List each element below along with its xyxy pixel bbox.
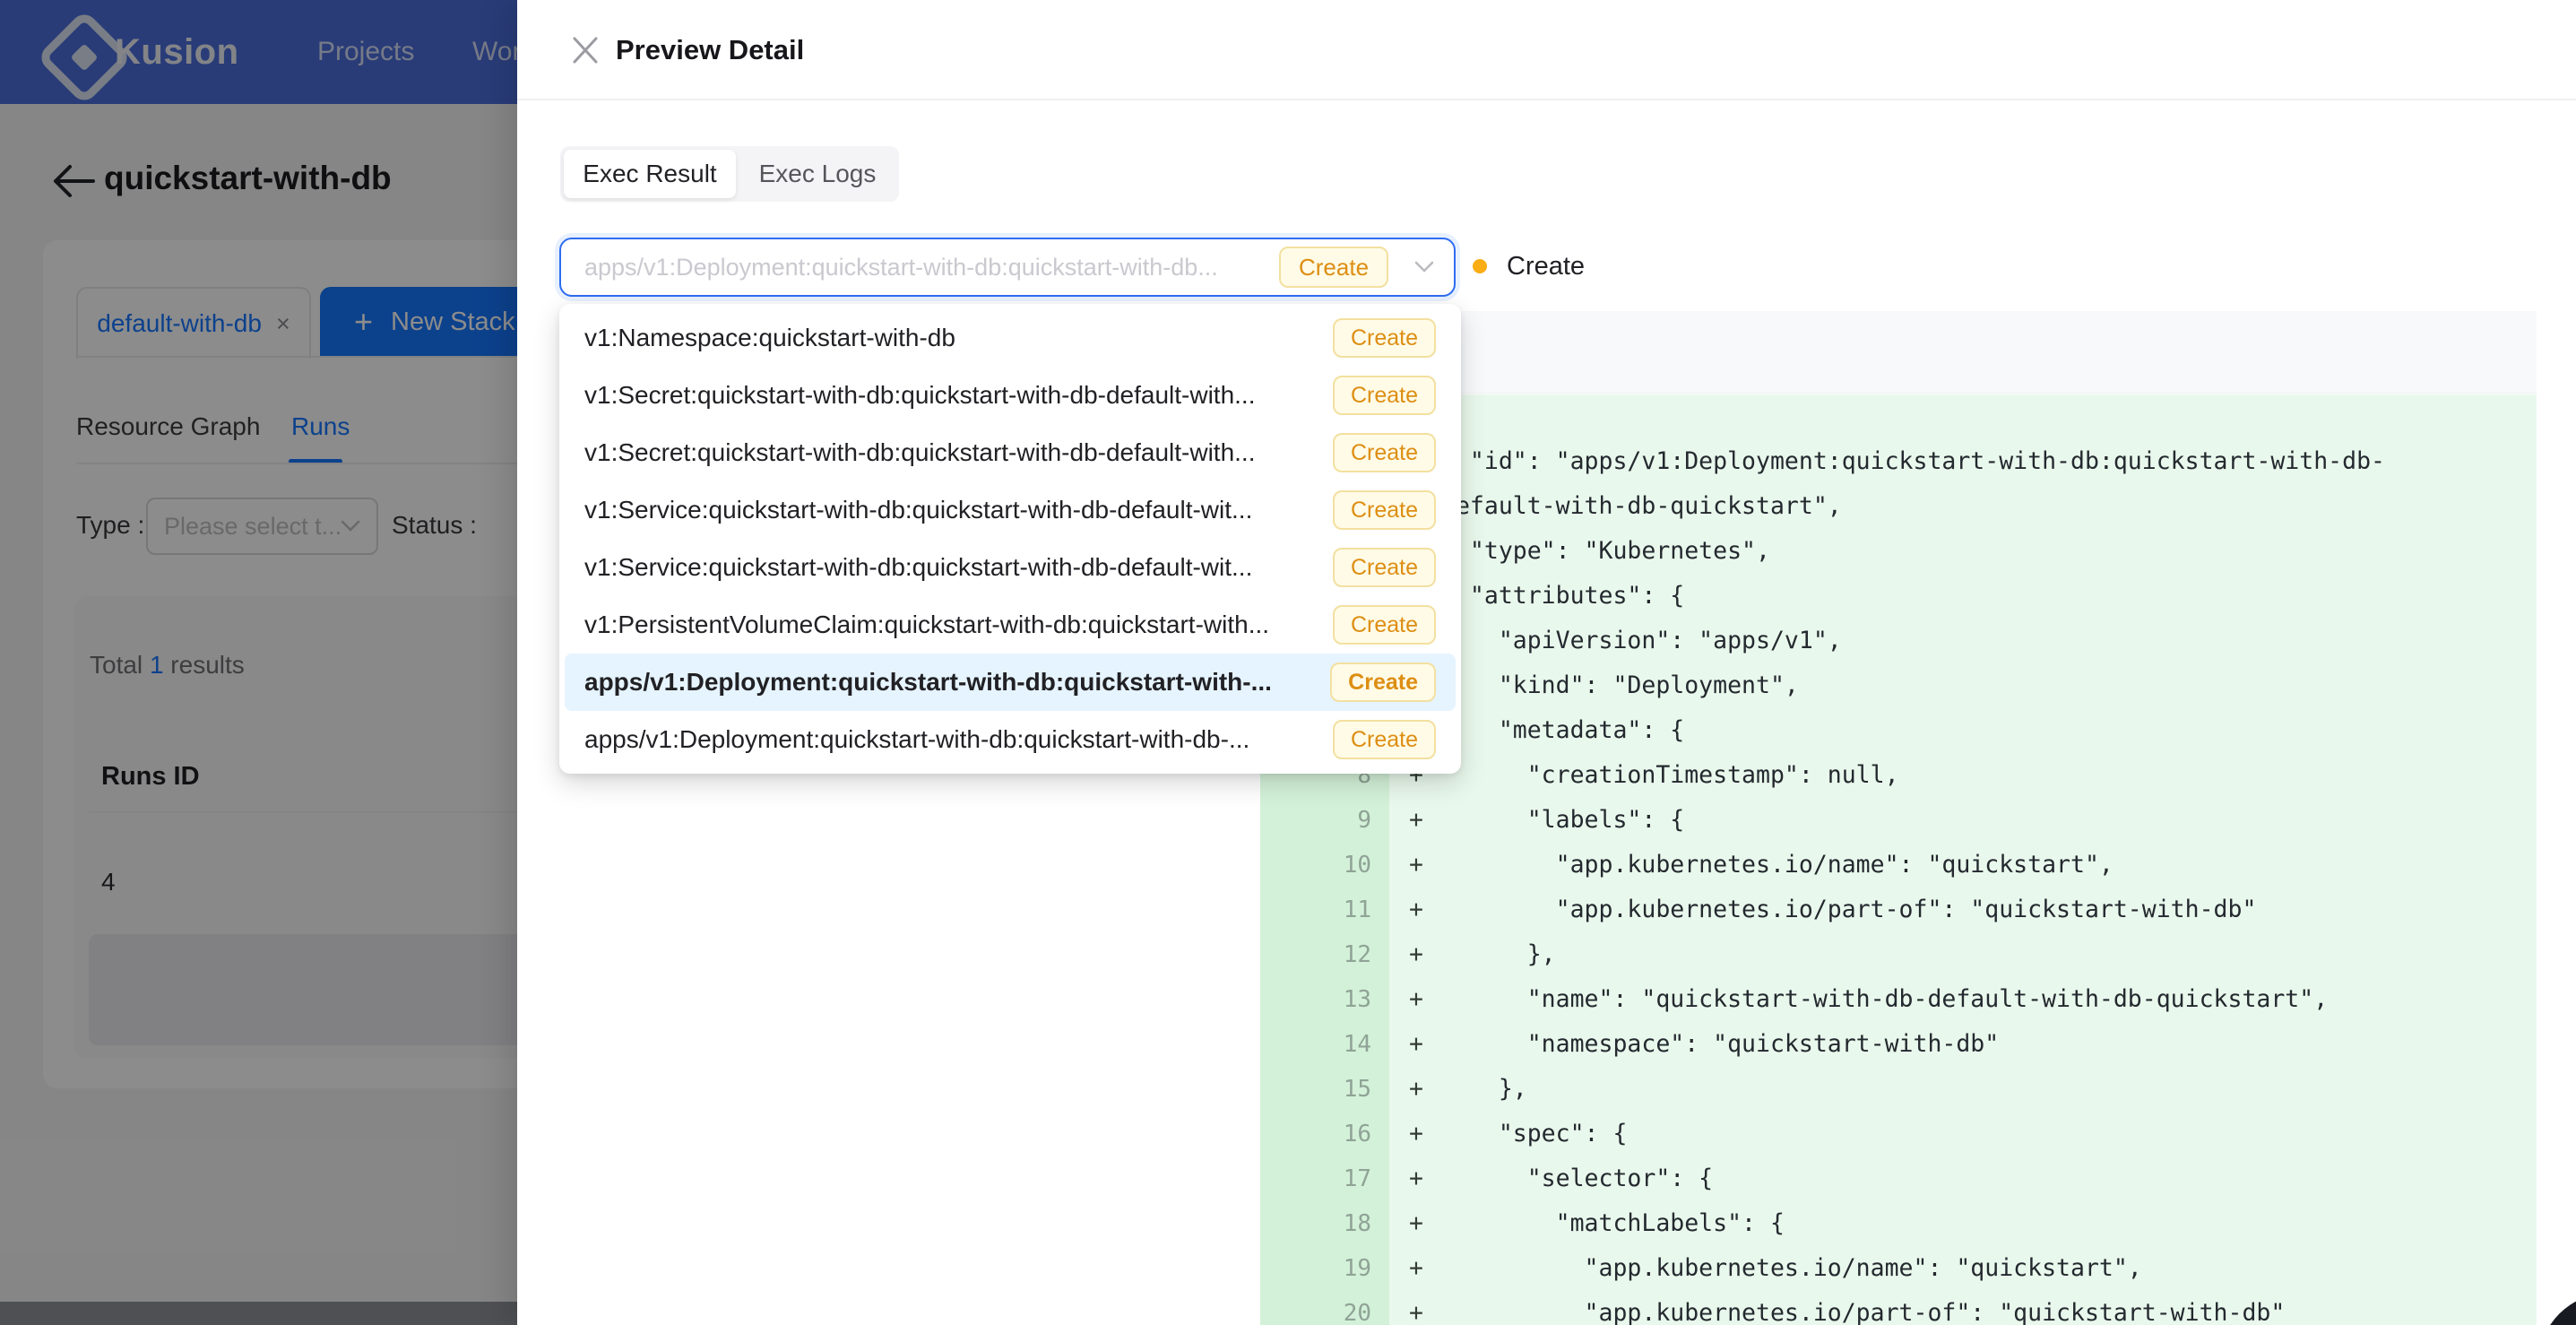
added-marker: + [1389, 843, 1441, 888]
code-text: "kind": "Deployment", [1441, 663, 2537, 708]
code-text: "app.kubernetes.io/name": "quickstart", [1441, 843, 2537, 888]
code-text: "labels": { [1441, 798, 2537, 843]
diff-row: 18+ "matchLabels": { [1260, 1201, 2537, 1246]
dropdown-option[interactable]: v1:Service:quickstart-with-db:quickstart… [565, 539, 1456, 596]
option-label: v1:Namespace:quickstart-with-db [584, 324, 955, 352]
line-number: 14 [1260, 1022, 1389, 1067]
code-text: "selector": { [1441, 1156, 2537, 1201]
drawer-header-divider [517, 99, 2576, 100]
dropdown-option[interactable]: v1:Service:quickstart-with-db:quickstart… [565, 481, 1456, 539]
code-text: "attributes": { [1441, 574, 2537, 619]
create-tag: Create [1279, 247, 1388, 288]
dropdown-option[interactable]: v1:Secret:quickstart-with-db:quickstart-… [565, 424, 1456, 481]
code-text: "app.kubernetes.io/part-of": "quickstart… [1441, 888, 2537, 932]
added-marker: + [1389, 1201, 1441, 1246]
code-text: "apiVersion": "apps/v1", [1441, 619, 2537, 663]
code-text: default-with-db-quickstart", [1441, 484, 2537, 529]
code-text: "id": "apps/v1:Deployment:quickstart-wit… [1441, 439, 2537, 484]
create-tag: Create [1330, 662, 1436, 702]
diff-row: 15+ }, [1260, 1067, 2537, 1112]
exec-segmented-control: Exec Result Exec Logs [560, 146, 899, 202]
code-text: "app.kubernetes.io/name": "quickstart", [1441, 1246, 2537, 1291]
chevron-down-icon [1414, 261, 1434, 273]
create-tag: Create [1333, 433, 1436, 472]
line-number: 19 [1260, 1246, 1389, 1291]
line-number: 13 [1260, 977, 1389, 1022]
added-marker: + [1389, 977, 1441, 1022]
diff-row: 10+ "app.kubernetes.io/name": "quickstar… [1260, 843, 2537, 888]
added-marker: + [1389, 888, 1441, 932]
dropdown-option[interactable]: v1:Namespace:quickstart-with-db Create [565, 309, 1456, 367]
added-marker: + [1389, 798, 1441, 843]
dropdown-option[interactable]: apps/v1:Deployment:quickstart-with-db:qu… [565, 711, 1456, 768]
resource-select-value: apps/v1:Deployment:quickstart-with-db:qu… [584, 254, 1279, 281]
status-dot-icon [1473, 259, 1487, 273]
option-label: apps/v1:Deployment:quickstart-with-db:qu… [584, 668, 1272, 697]
create-tag: Create [1333, 376, 1436, 415]
added-marker: + [1389, 1022, 1441, 1067]
drawer-title: Preview Detail [616, 34, 804, 66]
line-number: 15 [1260, 1067, 1389, 1112]
code-text: "app.kubernetes.io/part-of": "quickstart… [1441, 1291, 2537, 1325]
option-label: apps/v1:Deployment:quickstart-with-db:qu… [584, 725, 1249, 754]
line-number: 17 [1260, 1156, 1389, 1201]
close-icon[interactable] [569, 34, 601, 66]
option-label: v1:PersistentVolumeClaim:quickstart-with… [584, 611, 1269, 639]
line-number: 16 [1260, 1112, 1389, 1156]
option-label: v1:Secret:quickstart-with-db:quickstart-… [584, 438, 1256, 467]
code-text: "spec": { [1441, 1112, 2537, 1156]
resource-select[interactable]: apps/v1:Deployment:quickstart-with-db:qu… [559, 238, 1456, 297]
diff-row: 12+ }, [1260, 932, 2537, 977]
diff-row: 9+ "labels": { [1260, 798, 2537, 843]
code-text: }, [1441, 1067, 2537, 1112]
create-tag: Create [1333, 318, 1436, 358]
create-tag: Create [1333, 605, 1436, 645]
tab-exec-result[interactable]: Exec Result [564, 150, 736, 198]
resource-status: Create [1473, 237, 1585, 296]
code-text: }, [1441, 932, 2537, 977]
line-number: 10 [1260, 843, 1389, 888]
dropdown-option[interactable]: v1:PersistentVolumeClaim:quickstart-with… [565, 596, 1456, 654]
diff-row: 16+ "spec": { [1260, 1112, 2537, 1156]
diff-row: 19+ "app.kubernetes.io/name": "quickstar… [1260, 1246, 2537, 1291]
added-marker: + [1389, 1156, 1441, 1201]
code-text: "matchLabels": { [1441, 1201, 2537, 1246]
create-tag: Create [1333, 490, 1436, 530]
code-text: "namespace": "quickstart-with-db" [1441, 1022, 2537, 1067]
diff-row: 13+ "name": "quickstart-with-db-default-… [1260, 977, 2537, 1022]
line-number: 11 [1260, 888, 1389, 932]
code-text: "metadata": { [1441, 708, 2537, 753]
line-number: 20 [1260, 1291, 1389, 1325]
diff-row: 14+ "namespace": "quickstart-with-db" [1260, 1022, 2537, 1067]
create-tag: Create [1333, 720, 1436, 759]
code-text: "name": "quickstart-with-db-default-with… [1441, 977, 2537, 1022]
added-marker: + [1389, 1246, 1441, 1291]
diff-row: 20+ "app.kubernetes.io/part-of": "quicks… [1260, 1291, 2537, 1325]
option-label: v1:Service:quickstart-with-db:quickstart… [584, 553, 1252, 582]
option-label: v1:Secret:quickstart-with-db:quickstart-… [584, 381, 1256, 410]
diff-row: 11+ "app.kubernetes.io/part-of": "quicks… [1260, 888, 2537, 932]
added-marker: + [1389, 1067, 1441, 1112]
added-marker: + [1389, 1112, 1441, 1156]
added-marker: + [1389, 932, 1441, 977]
create-tag: Create [1333, 548, 1436, 587]
line-number: 9 [1260, 798, 1389, 843]
dropdown-option[interactable]: v1:Secret:quickstart-with-db:quickstart-… [565, 367, 1456, 424]
line-number: 18 [1260, 1201, 1389, 1246]
tab-exec-logs[interactable]: Exec Logs [739, 146, 895, 202]
code-text: "type": "Kubernetes", [1441, 529, 2537, 574]
added-marker: + [1389, 1291, 1441, 1325]
code-text: "creationTimestamp": null, [1441, 753, 2537, 798]
dropdown-option[interactable]: apps/v1:Deployment:quickstart-with-db:qu… [565, 654, 1456, 711]
status-label: Create [1507, 252, 1585, 281]
line-number: 12 [1260, 932, 1389, 977]
code-text: { [1441, 394, 2537, 439]
diff-row: 17+ "selector": { [1260, 1156, 2537, 1201]
option-label: v1:Service:quickstart-with-db:quickstart… [584, 496, 1252, 524]
resource-dropdown: v1:Namespace:quickstart-with-dbCreatev1:… [559, 304, 1461, 774]
screen: Kusion ProjectsWorkspaces quickstart-wit… [0, 0, 2576, 1325]
